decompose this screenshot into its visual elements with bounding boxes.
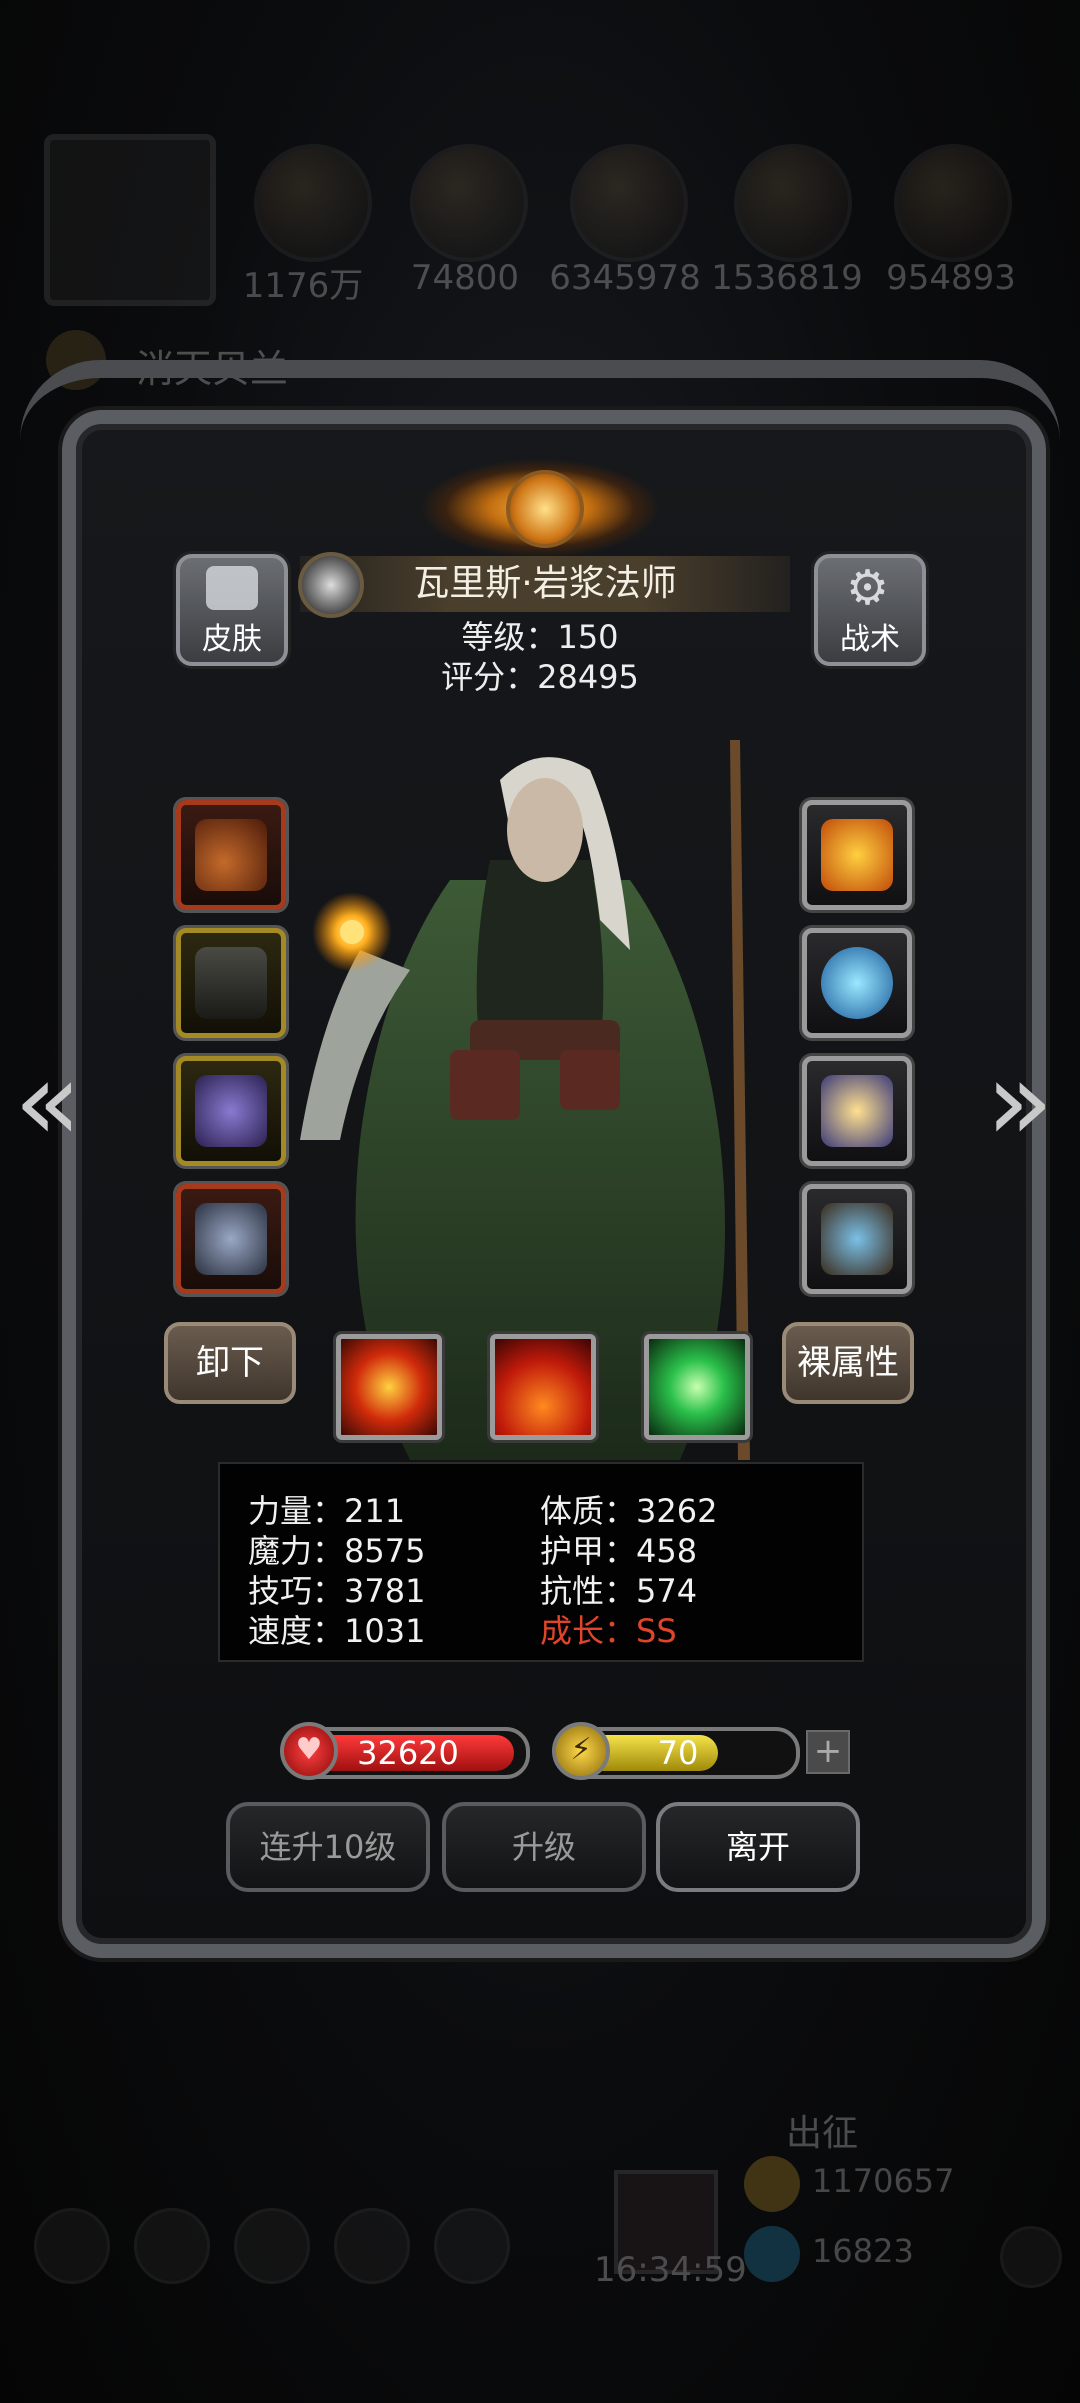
- hero-score: 评分：28495: [441, 658, 639, 696]
- resource-icon-4: [734, 144, 852, 262]
- resource-icon-1: [254, 144, 372, 262]
- player-avatar: [44, 134, 216, 306]
- menu-circle-icon: [334, 2208, 410, 2284]
- amulet-item-icon: [195, 1075, 267, 1147]
- resource-icon-2: [410, 144, 528, 262]
- lantern-item-icon: [821, 1075, 893, 1147]
- stat-growth: 成长：SS: [540, 1612, 677, 1650]
- green-light-skill-icon[interactable]: [644, 1334, 750, 1440]
- flame-skill-icon[interactable]: [490, 1334, 596, 1440]
- resource-value: 6345978: [549, 258, 701, 298]
- equip-slot-weapon[interactable]: [176, 800, 286, 910]
- resource-value: 1176万: [242, 266, 364, 306]
- stat-speed: 速度：1031: [248, 1612, 426, 1650]
- prev-hero-arrow-icon[interactable]: «: [14, 1046, 81, 1156]
- skin-label: 皮肤: [202, 622, 262, 657]
- crest-emblem-icon: [506, 470, 584, 548]
- unequip-button[interactable]: 卸下: [164, 1322, 296, 1404]
- equip-slot-helm[interactable]: [176, 1184, 286, 1294]
- flame-ring-item-icon: [821, 819, 893, 891]
- base-attributes-button[interactable]: 裸属性: [782, 1322, 914, 1404]
- level-up-10-button[interactable]: 连升10级: [226, 1802, 430, 1892]
- resource-value: 74800: [410, 258, 520, 298]
- next-hero-arrow-icon[interactable]: »: [986, 1046, 1053, 1156]
- menu-circle-icon: [34, 2208, 110, 2284]
- shirt-icon: [206, 566, 258, 610]
- resource-value: 1536819: [711, 258, 863, 298]
- equip-slot-brooch[interactable]: [802, 1184, 912, 1294]
- resource-value: 954893: [886, 258, 1016, 298]
- gear-icon: ⚙: [846, 560, 890, 616]
- skin-button[interactable]: 皮肤: [176, 554, 288, 666]
- gold-coin-icon: [744, 2156, 800, 2212]
- march-value: 16823: [812, 2232, 914, 2270]
- tactics-label: 战术: [840, 622, 900, 657]
- level-up-button[interactable]: 升级: [442, 1802, 646, 1892]
- gem-icon: [744, 2226, 800, 2282]
- dragon-helm-item-icon: [195, 1203, 267, 1275]
- blue-orb-item-icon: [821, 947, 893, 1019]
- tactics-button[interactable]: ⚙ 战术: [814, 554, 926, 666]
- resource-icon-5: [894, 144, 1012, 262]
- lightning-icon: ⚡: [552, 1722, 610, 1780]
- robe-item-icon: [195, 947, 267, 1019]
- hero-name: 瓦里斯·岩浆法师: [413, 563, 677, 604]
- equip-slot-amulet[interactable]: [176, 1056, 286, 1166]
- clock-text: 16:34:59: [594, 2250, 747, 2290]
- eye-brooch-item-icon: [821, 1203, 893, 1275]
- plus-icon[interactable]: +: [806, 1730, 850, 1774]
- equip-slot-armor[interactable]: [176, 928, 286, 1038]
- heart-icon: ♥: [280, 1722, 338, 1780]
- staff-item-icon: [195, 819, 267, 891]
- add-circle-icon: [1000, 2226, 1062, 2288]
- equip-slot-orb[interactable]: [802, 928, 912, 1038]
- menu-circle-icon: [434, 2208, 510, 2284]
- march-value: 1170657: [812, 2162, 955, 2200]
- menu-circle-icon: [134, 2208, 210, 2284]
- menu-circle-icon: [234, 2208, 310, 2284]
- fire-burst-skill-icon[interactable]: [336, 1334, 442, 1440]
- equip-slot-lantern[interactable]: [802, 1056, 912, 1166]
- resource-icon-3: [570, 144, 688, 262]
- equip-slot-ring[interactable]: [802, 800, 912, 910]
- leave-button[interactable]: 离开: [656, 1802, 860, 1892]
- march-label: 出征: [786, 2113, 859, 2154]
